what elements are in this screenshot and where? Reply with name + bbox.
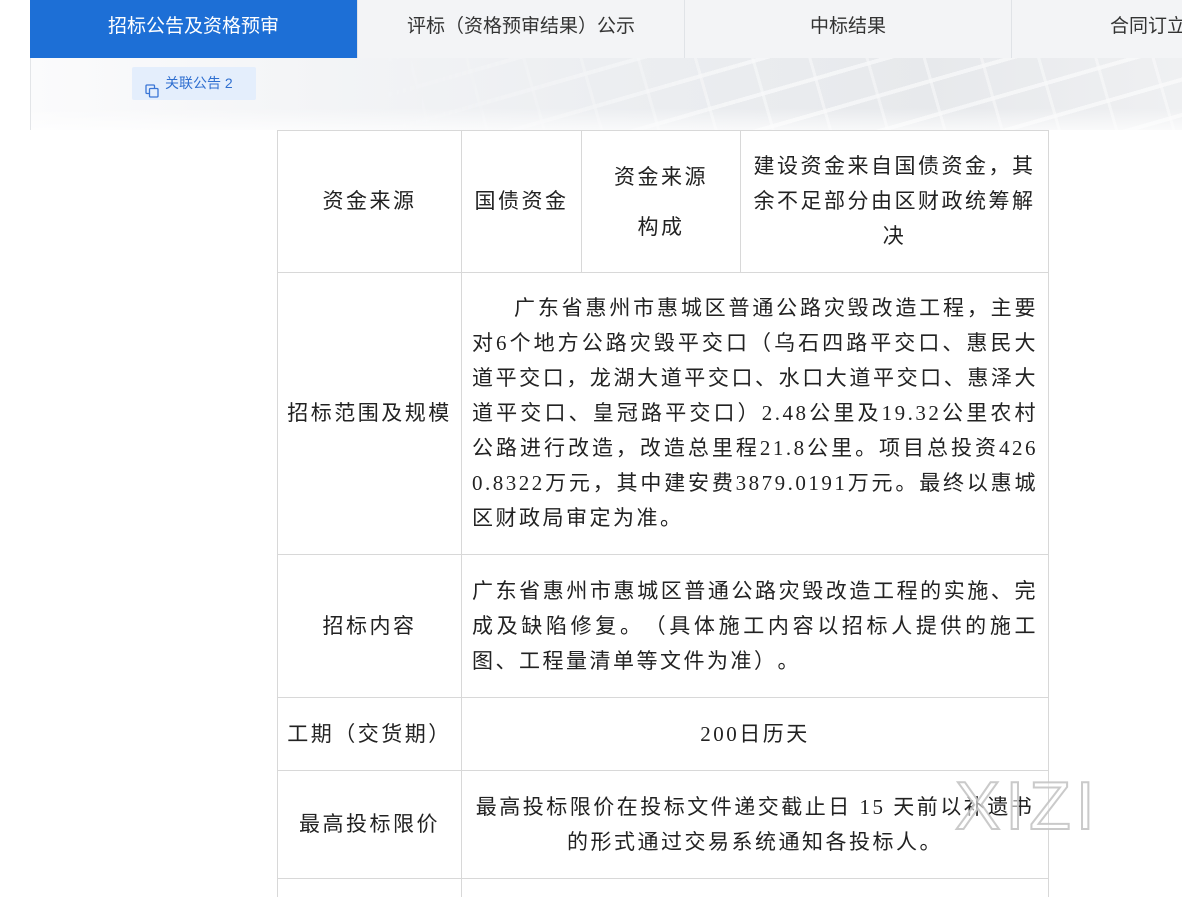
scope-label: 招标范围及规模 [277, 272, 462, 555]
procedure-tab-bar: 招标公告及资格预审 评标（资格预审结果）公示 中标结果 合同订立 [30, 0, 1182, 58]
banner: 关联公告 2 [30, 58, 1182, 130]
announcement-info-table: 资金来源 国债资金 资金来源构成 建设资金来自国债资金，其余不足部分由区财政统筹… [277, 130, 1049, 897]
table-row [277, 878, 1049, 897]
tab-evaluation-publicity[interactable]: 评标（资格预审结果）公示 [357, 0, 684, 58]
funding-source-label: 资金来源 [277, 130, 462, 273]
duration-label: 工期（交货期） [277, 697, 462, 771]
table-cell [277, 878, 462, 897]
duration-value: 200日历天 [461, 697, 1049, 771]
funding-composition-value: 建设资金来自国债资金，其余不足部分由区财政统筹解决 [740, 130, 1049, 273]
tab-label: 评标（资格预审结果）公示 [406, 16, 635, 37]
tab-award-result[interactable]: 中标结果 [684, 0, 1011, 58]
bid-content-text: 广东省惠州市惠城区普通公路灾毁改造工程的实施、完成及缺陷修复。（具体施工内容以招… [461, 554, 1049, 698]
banner-fade [31, 108, 1182, 130]
tab-label: 招标公告及资格预审 [107, 16, 279, 37]
funding-source-value: 国债资金 [461, 130, 582, 273]
table-row-duration: 工期（交货期） 200日历天 [277, 697, 1049, 771]
tab-label: 合同订立 [1110, 16, 1182, 37]
table-row-max-bid-price: 最高投标限价 最高投标限价在投标文件递交截止日 15 天前以补遗书的形式通过交易… [277, 770, 1049, 879]
related-announcements-label: 关联公告 2 [165, 75, 233, 91]
table-row-funding: 资金来源 国债资金 资金来源构成 建设资金来自国债资金，其余不足部分由区财政统筹… [277, 130, 1049, 273]
bid-content-label: 招标内容 [277, 554, 462, 698]
scope-content: 广东省惠州市惠城区普通公路灾毁改造工程，主要对6个地方公路灾毁平交口（乌石四路平… [461, 272, 1049, 555]
copy-icon [145, 77, 159, 98]
related-announcements-button[interactable]: 关联公告 2 [132, 67, 256, 100]
max-bid-price-label: 最高投标限价 [277, 770, 462, 879]
funding-composition-label: 资金来源构成 [581, 130, 741, 273]
tab-contract[interactable]: 合同订立 [1011, 0, 1182, 58]
table-cell [461, 878, 1049, 897]
tab-label: 中标结果 [809, 16, 886, 37]
table-row-scope: 招标范围及规模 广东省惠州市惠城区普通公路灾毁改造工程，主要对6个地方公路灾毁平… [277, 272, 1049, 555]
tab-bid-announcement[interactable]: 招标公告及资格预审 [30, 0, 357, 58]
max-bid-price-text: 最高投标限价在投标文件递交截止日 15 天前以补遗书的形式通过交易系统通知各投标… [461, 770, 1049, 879]
page: 招标公告及资格预审 评标（资格预审结果）公示 中标结果 合同订立 关联公告 2 [0, 0, 1182, 897]
table-row-bid-content: 招标内容 广东省惠州市惠城区普通公路灾毁改造工程的实施、完成及缺陷修复。（具体施… [277, 554, 1049, 698]
